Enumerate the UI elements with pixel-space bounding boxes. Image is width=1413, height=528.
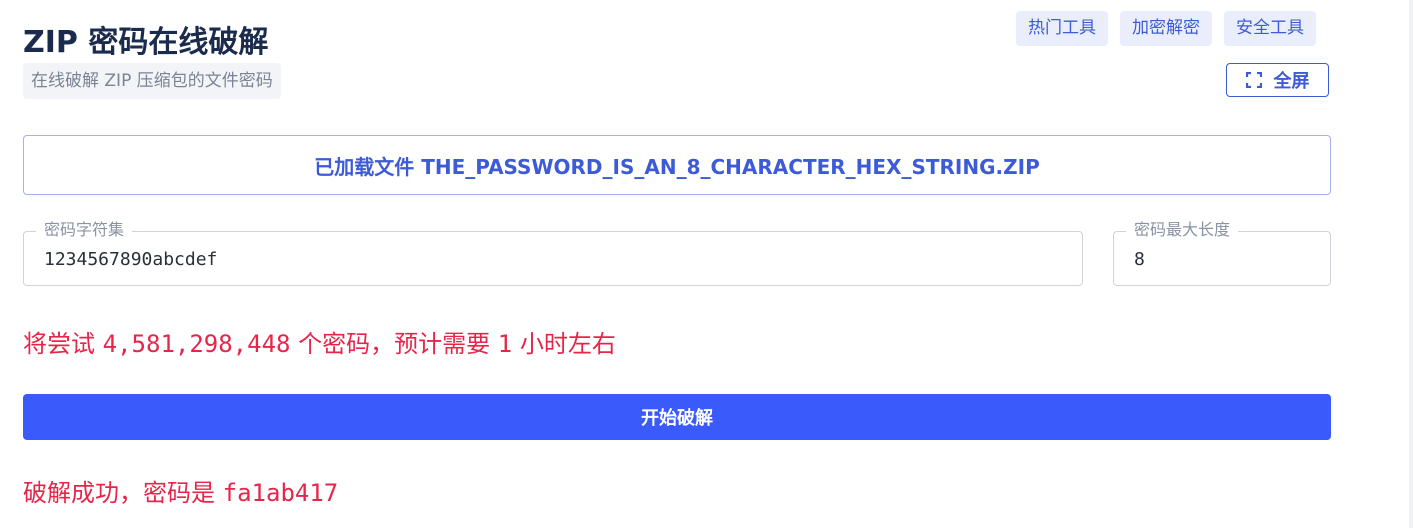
result-prefix: 破解成功，密码是 [23, 479, 215, 507]
estimate-hours: 1 [497, 330, 513, 358]
page-title: ZIP 密码在线破解 [23, 25, 269, 60]
estimate-prefix: 将尝试 [23, 330, 95, 358]
estimate-suffix: 小时左右 [519, 330, 616, 358]
file-upload-box[interactable]: 已加载文件 THE_PASSWORD_IS_AN_8_CHARACTER_HEX… [23, 135, 1331, 195]
max-length-label: 密码最大长度 [1126, 220, 1239, 240]
max-length-input[interactable] [1134, 245, 1310, 273]
scrollbar-track[interactable] [1409, 0, 1413, 528]
result-password: fa1ab417 [222, 479, 339, 507]
charset-input[interactable] [44, 245, 1062, 273]
link-encryption[interactable]: 加密解密 [1120, 11, 1212, 46]
fullscreen-label: 全屏 [1273, 71, 1310, 92]
max-length-field: 密码最大长度 [1113, 220, 1331, 286]
fullscreen-button[interactable]: 全屏 [1226, 63, 1329, 97]
start-crack-button[interactable]: 开始破解 [23, 394, 1331, 440]
page-subtitle: 在线破解 ZIP 压缩包的文件密码 [23, 63, 281, 99]
link-hot-tools[interactable]: 热门工具 [1016, 11, 1108, 46]
result-text: 破解成功，密码是 fa1ab417 [23, 473, 338, 508]
estimate-text: 将尝试 4,581,298,448 个密码，预计需要 1 小时左右 [23, 324, 616, 359]
link-security-tools[interactable]: 安全工具 [1224, 11, 1316, 46]
charset-label: 密码字符集 [36, 220, 133, 240]
top-links: 热门工具 加密解密 安全工具 [1016, 11, 1316, 46]
estimate-count: 4,581,298,448 [102, 330, 291, 358]
page: ZIP 密码在线破解 在线破解 ZIP 压缩包的文件密码 热门工具 加密解密 安… [0, 0, 1413, 528]
estimate-middle: 个密码，预计需要 [298, 330, 491, 358]
expand-icon [1245, 72, 1262, 88]
charset-field: 密码字符集 [23, 220, 1083, 286]
